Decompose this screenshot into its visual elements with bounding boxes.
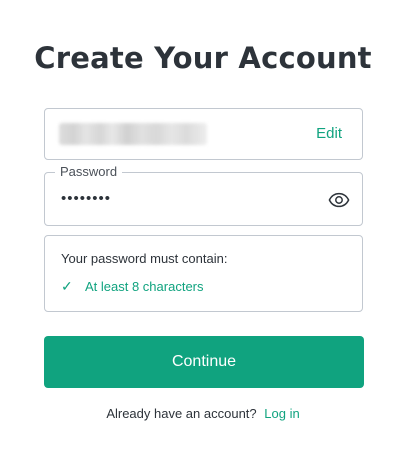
password-label: Password — [55, 163, 123, 181]
checkmark-icon: ✓ — [61, 278, 73, 294]
requirement-item: ✓ At least 8 characters — [61, 277, 204, 296]
signup-page: Create Your Account Edit Password ••••••… — [0, 0, 406, 453]
password-masked-value[interactable]: •••••••• — [61, 188, 111, 210]
continue-button[interactable]: Continue — [44, 336, 364, 388]
password-field[interactable]: Password •••••••• — [44, 163, 363, 226]
login-link[interactable]: Log in — [264, 406, 299, 421]
login-prompt: Already have an account? Log in — [0, 405, 406, 423]
email-field[interactable]: Edit — [44, 108, 363, 160]
password-requirements: Your password must contain: ✓ At least 8 … — [44, 235, 363, 312]
edit-email-link[interactable]: Edit — [316, 124, 342, 144]
login-prompt-text: Already have an account? — [106, 406, 257, 421]
eye-icon[interactable] — [328, 189, 350, 211]
requirement-text: At least 8 characters — [85, 279, 204, 294]
redacted-email-value — [59, 123, 207, 145]
page-title: Create Your Account — [34, 41, 372, 75]
requirements-heading: Your password must contain: — [61, 251, 228, 266]
